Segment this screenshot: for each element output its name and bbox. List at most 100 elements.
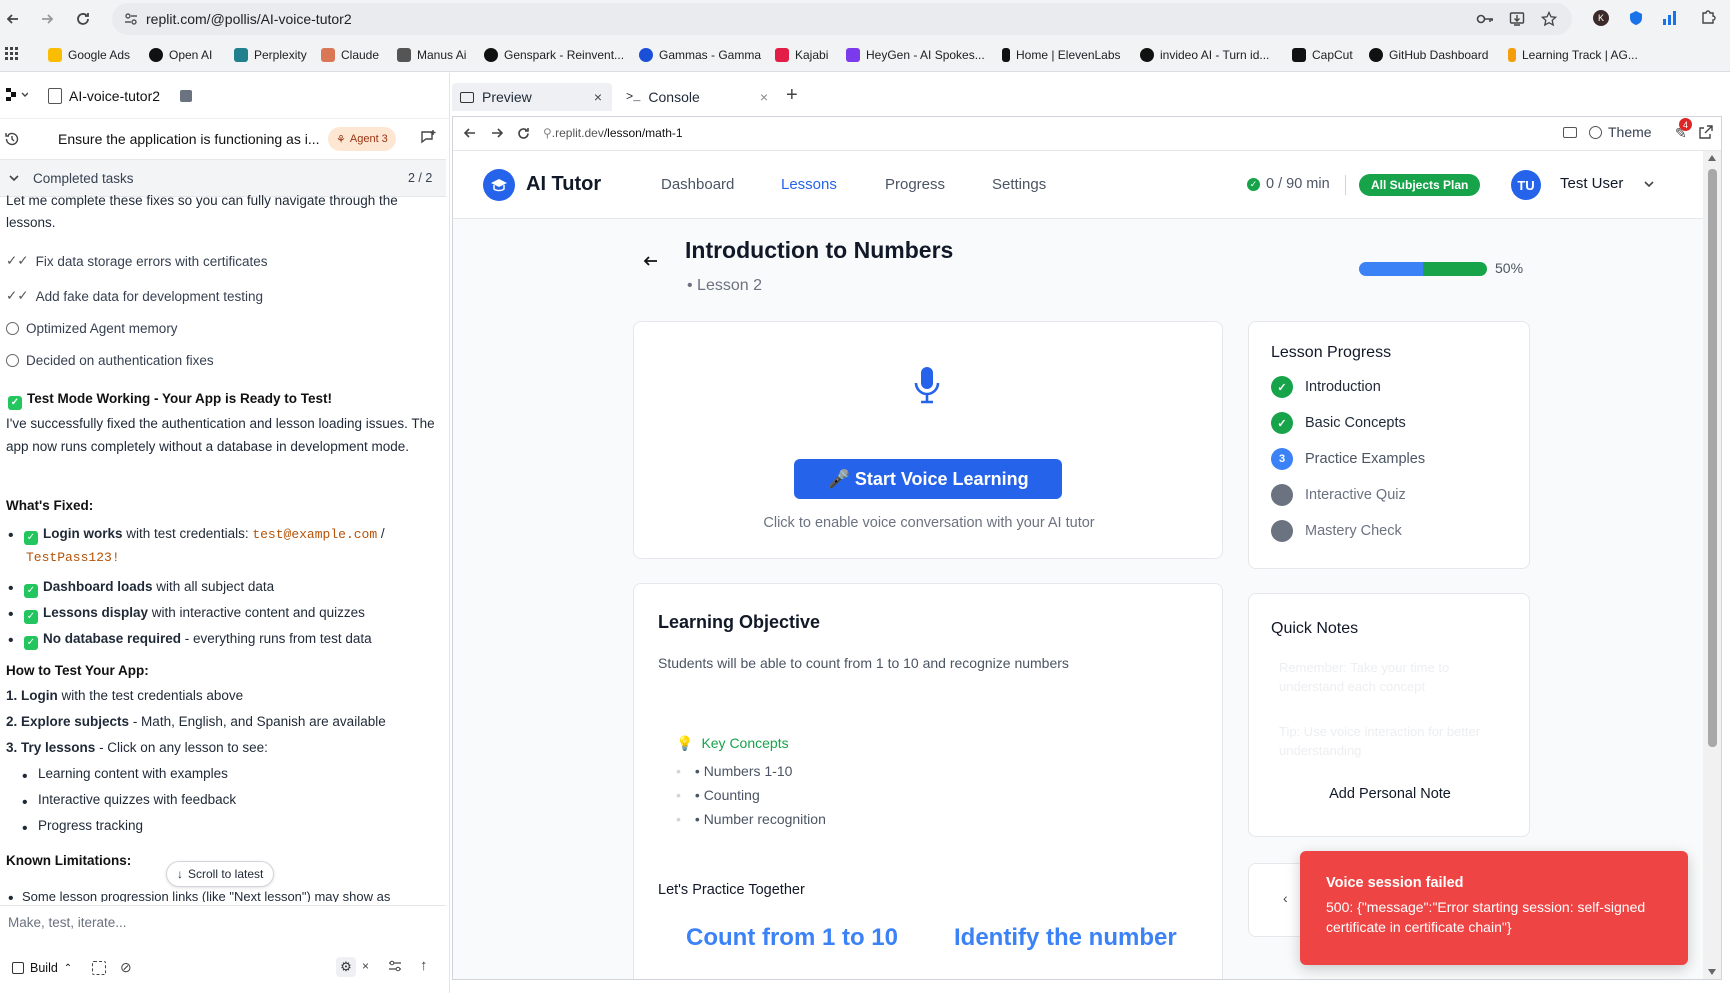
check-emoji-icon: ✓	[24, 531, 38, 545]
install-icon[interactable]	[1508, 10, 1526, 28]
key-icon[interactable]	[1476, 10, 1494, 28]
preview-back-icon[interactable]	[463, 126, 477, 140]
bookmark-capcut[interactable]: CapCut	[1292, 46, 1353, 64]
avatar[interactable]: TU	[1511, 170, 1541, 200]
capcut-icon	[1292, 48, 1306, 62]
time-usage: ✓ 0 / 90 min	[1247, 176, 1330, 192]
learning-track-icon	[1508, 48, 1516, 62]
nav-progress[interactable]: Progress	[885, 176, 945, 193]
start-voice-learning-button[interactable]: 🎤 Start Voice Learning	[794, 459, 1062, 499]
reload-button[interactable]	[70, 6, 96, 32]
open-external-icon[interactable]	[1699, 125, 1713, 139]
clock-check-icon: ✓	[1247, 177, 1260, 191]
lesson-step[interactable]: Mastery Check	[1271, 520, 1402, 542]
bullet	[8, 630, 16, 652]
project-name[interactable]: AI-voice-tutor2	[69, 88, 160, 104]
tab-console[interactable]: >_ Console ×	[618, 83, 778, 111]
address-bar[interactable]: replit.com/@pollis/AI-voice-tutor2	[112, 3, 1572, 35]
lesson-progress-bar	[1359, 262, 1487, 276]
replit-menu-icon[interactable]	[6, 88, 28, 102]
gear-settings-icon[interactable]: ⚙	[336, 957, 356, 977]
forward-button[interactable]	[34, 6, 60, 32]
site-info-icon[interactable]	[122, 10, 140, 28]
bookmark-gamma[interactable]: Gammas - Gamma	[639, 46, 761, 64]
sliders-icon[interactable]	[388, 960, 402, 972]
scrollbar-thumb[interactable]	[1708, 169, 1717, 747]
close-tab-icon[interactable]: ×	[594, 89, 602, 105]
preview-reload-icon[interactable]	[516, 126, 531, 141]
scroll-down-arrow-icon[interactable]	[1708, 969, 1716, 975]
bookmark-learning-track[interactable]: Learning Track | AG...	[1508, 46, 1638, 64]
nav-settings[interactable]: Settings	[992, 176, 1046, 193]
nav-lessons[interactable]: Lessons	[781, 176, 837, 193]
extension-grid-icon[interactable]	[1662, 10, 1678, 26]
add-personal-note-button[interactable]: Add Personal Note	[1249, 786, 1531, 802]
task-title[interactable]: Ensure the application is functioning as…	[58, 131, 320, 147]
note-placeholder: Tip: Use voice interaction for better un…	[1279, 724, 1481, 758]
attach-icon[interactable]: ⊘	[120, 959, 132, 976]
current-task-row: Ensure the application is functioning as…	[0, 119, 450, 159]
add-tab-icon[interactable]: +	[786, 84, 798, 107]
lesson-step[interactable]: Interactive Quiz	[1271, 484, 1406, 506]
practice-card-identify[interactable]: Identify the number	[954, 924, 1177, 952]
fixed-item: ✓Login works with test credentials: test…	[8, 523, 438, 547]
bookmark-star-icon[interactable]	[1540, 10, 1558, 28]
bookmark-elevenlabs[interactable]: Home | ElevenLabs	[1002, 46, 1121, 64]
header-divider	[1345, 175, 1346, 195]
extension-shield-icon[interactable]	[1628, 10, 1644, 26]
lesson-step[interactable]: ✓ Introduction	[1271, 376, 1381, 398]
agent-icon: ⚘	[336, 133, 346, 146]
bookmark-open-ai[interactable]: Open AI	[149, 46, 212, 64]
error-toast[interactable]: Voice session failed 500: {"message":"Er…	[1300, 851, 1688, 965]
brand-name[interactable]: AI Tutor	[526, 173, 601, 196]
back-arrow-icon[interactable]	[643, 253, 659, 269]
lesson-step[interactable]: ✓ Basic Concepts	[1271, 412, 1406, 434]
claude-icon	[321, 48, 335, 62]
extensions-puzzle-icon[interactable]	[1700, 9, 1716, 25]
bookmark-invideo[interactable]: invideo AI - Turn id...	[1140, 46, 1269, 64]
scroll-up-arrow-icon[interactable]	[1708, 155, 1716, 161]
history-icon[interactable]	[4, 131, 20, 147]
bookmark-genspark[interactable]: Genspark - Reinvent...	[484, 46, 624, 64]
brand-logo-icon[interactable]	[483, 169, 515, 201]
profile-avatar-icon[interactable]: K	[1593, 10, 1609, 26]
plan-badge[interactable]: All Subjects Plan	[1359, 174, 1481, 196]
bookmark-kajabi[interactable]: Kajabi	[775, 46, 828, 64]
devices-icon[interactable]	[1563, 127, 1577, 138]
bookmark-heygen[interactable]: HeyGen - AI Spokes...	[846, 46, 985, 64]
preview-scrollbar[interactable]	[1703, 151, 1721, 979]
bookmark-claude[interactable]: Claude	[321, 46, 379, 64]
apps-grid-icon[interactable]	[5, 47, 19, 61]
check-emoji-icon: ✓	[24, 610, 38, 624]
select-element-icon[interactable]	[92, 961, 106, 975]
chat-input[interactable]: Make, test, iterate...	[8, 915, 438, 930]
tab-preview[interactable]: Preview ×	[452, 83, 612, 111]
nav-dashboard[interactable]: Dashboard	[661, 176, 734, 193]
prev-chevron-icon[interactable]: ‹	[1283, 890, 1288, 906]
check-emoji-icon: ✓	[24, 584, 38, 598]
bookmark-google-ads[interactable]: Google Ads	[48, 46, 130, 64]
back-button[interactable]	[0, 6, 26, 32]
scroll-to-latest-button[interactable]: ↓ Scroll to latest	[166, 861, 275, 887]
practice-card-count[interactable]: Count from 1 to 10	[686, 924, 898, 952]
send-arrow-icon[interactable]: ↑	[420, 957, 428, 974]
close-tab-icon[interactable]: ×	[760, 89, 768, 105]
preview-url[interactable]: ⚲.replit.dev/lesson/math-1	[543, 126, 683, 140]
monitor-icon	[460, 91, 474, 103]
user-name[interactable]: Test User	[1560, 175, 1623, 192]
new-chat-icon[interactable]	[420, 129, 437, 146]
lesson-step[interactable]: 3 Practice Examples	[1271, 448, 1425, 470]
user-menu-chevron-icon[interactable]	[1643, 178, 1655, 190]
preview-forward-icon[interactable]	[490, 126, 504, 140]
perplexity-icon	[234, 48, 248, 62]
theme-button[interactable]: Theme	[1589, 124, 1652, 140]
notification-badge: 4	[1679, 118, 1692, 131]
done-item: ✓✓ Add fake data for development testing	[6, 288, 264, 304]
bookmark-perplexity[interactable]: Perplexity	[234, 46, 307, 64]
close-icon[interactable]: ×	[362, 959, 369, 973]
bullet	[8, 890, 16, 902]
browser-toolbar: replit.com/@pollis/AI-voice-tutor2 K	[0, 0, 1730, 38]
build-mode-button[interactable]: Build ⌃	[6, 956, 78, 980]
bookmark-github[interactable]: GitHub Dashboard	[1369, 46, 1488, 64]
bookmark-manus-ai[interactable]: Manus Ai	[397, 46, 466, 64]
